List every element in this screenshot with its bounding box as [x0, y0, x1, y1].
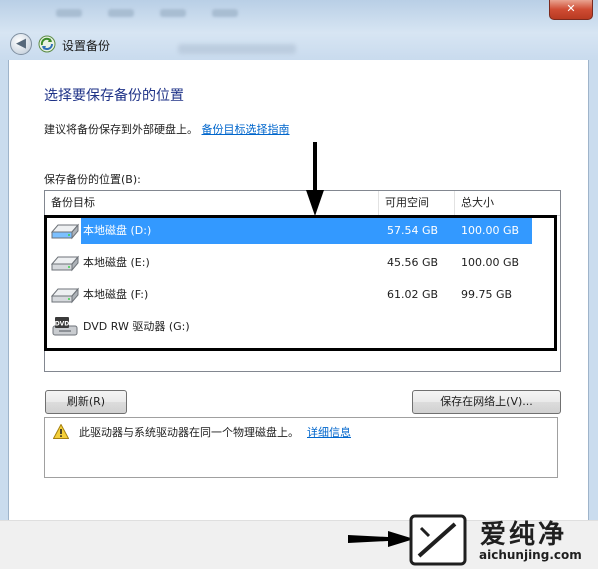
blurred-menu-item	[160, 9, 186, 17]
list-item[interactable]: 本地磁盘 (E:) 45.56 GB 100.00 GB	[45, 247, 560, 279]
hint-line: 建议将备份保存到外部硬盘上。 备份目标选择指南	[44, 121, 290, 137]
free-space: 45.56 GB	[387, 256, 439, 269]
list-item[interactable]: DVD DVD RW 驱动器 (G:)	[45, 311, 560, 343]
list-rows: 本地磁盘 (D:) 57.54 GB 100.00 GB 本地磁盘 (E:) 45.56…	[45, 215, 560, 343]
drive-name: 本地磁盘 (F:)	[83, 288, 149, 301]
drive-name: 本地磁盘 (D:)	[83, 224, 152, 237]
save-on-network-button[interactable]: 保存在网络上(V)...	[412, 390, 561, 414]
warning-panel: 此驱动器与系统驱动器在同一个物理磁盘上。 详细信息	[44, 417, 558, 478]
hard-disk-icon	[50, 223, 80, 240]
warning-text: 此驱动器与系统驱动器在同一个物理磁盘上。	[79, 426, 299, 439]
blurred-menu-item	[212, 9, 238, 17]
list-item[interactable]: 本地磁盘 (F:) 61.02 GB 99.75 GB	[45, 279, 560, 311]
blurred-menu-item	[108, 9, 134, 17]
watermark-url: aichunjing.com	[479, 548, 582, 562]
window-frame-right	[589, 60, 598, 520]
backup-icon	[38, 35, 56, 53]
close-button[interactable]: ✕	[549, 0, 593, 20]
warning-icon	[53, 424, 69, 439]
window-frame-left	[0, 60, 8, 520]
total-size: 99.75 GB	[461, 288, 513, 301]
annotation-arrow-right	[348, 531, 414, 547]
watermark-brand: 爱纯净	[480, 520, 568, 550]
location-label: 保存备份的位置(B):	[44, 173, 141, 186]
background-blur	[178, 44, 296, 54]
window-title: 设置备份	[62, 39, 111, 53]
annotation-arrow-down	[306, 142, 324, 216]
list-header: 备份目标 可用空间 总大小	[45, 191, 560, 216]
dvd-drive-icon: DVD	[52, 317, 78, 336]
menu-bar-blurred	[56, 6, 238, 20]
hard-disk-icon	[50, 255, 80, 272]
drive-name: 本地磁盘 (E:)	[83, 256, 150, 269]
page-heading: 选择要保存备份的位置	[44, 88, 184, 104]
close-icon: ✕	[566, 2, 576, 15]
hint-text: 建议将备份保存到外部硬盘上。	[44, 123, 198, 136]
watermark-logo	[409, 514, 467, 566]
total-size: 100.00 GB	[461, 256, 520, 269]
back-arrow-icon: ◀	[16, 36, 26, 51]
svg-text:DVD: DVD	[55, 321, 70, 328]
warning-message: 此驱动器与系统驱动器在同一个物理磁盘上。 详细信息	[79, 424, 351, 440]
guide-link[interactable]: 备份目标选择指南	[202, 123, 290, 136]
column-header-total-size[interactable]: 总大小	[455, 191, 560, 215]
refresh-button[interactable]: 刷新(R)	[45, 390, 127, 414]
details-link[interactable]: 详细信息	[307, 426, 351, 439]
title-bar: ✕ ◀ 设置备份	[0, 0, 598, 60]
free-space: 61.02 GB	[387, 288, 439, 301]
back-button[interactable]: ◀	[10, 33, 32, 55]
total-size: 100.00 GB	[461, 224, 520, 237]
column-header-free-space[interactable]: 可用空间	[379, 191, 455, 215]
free-space: 57.54 GB	[387, 224, 439, 237]
backup-target-list[interactable]: 备份目标 可用空间 总大小 本地磁盘 (D:) 57.54 GB 100.00 GB…	[44, 190, 561, 372]
column-header-target[interactable]: 备份目标	[45, 191, 379, 215]
hard-disk-icon	[50, 287, 80, 304]
drive-name: DVD RW 驱动器 (G:)	[83, 320, 190, 333]
blurred-menu-item	[56, 9, 82, 17]
list-item[interactable]: 本地磁盘 (D:) 57.54 GB 100.00 GB	[45, 215, 560, 247]
